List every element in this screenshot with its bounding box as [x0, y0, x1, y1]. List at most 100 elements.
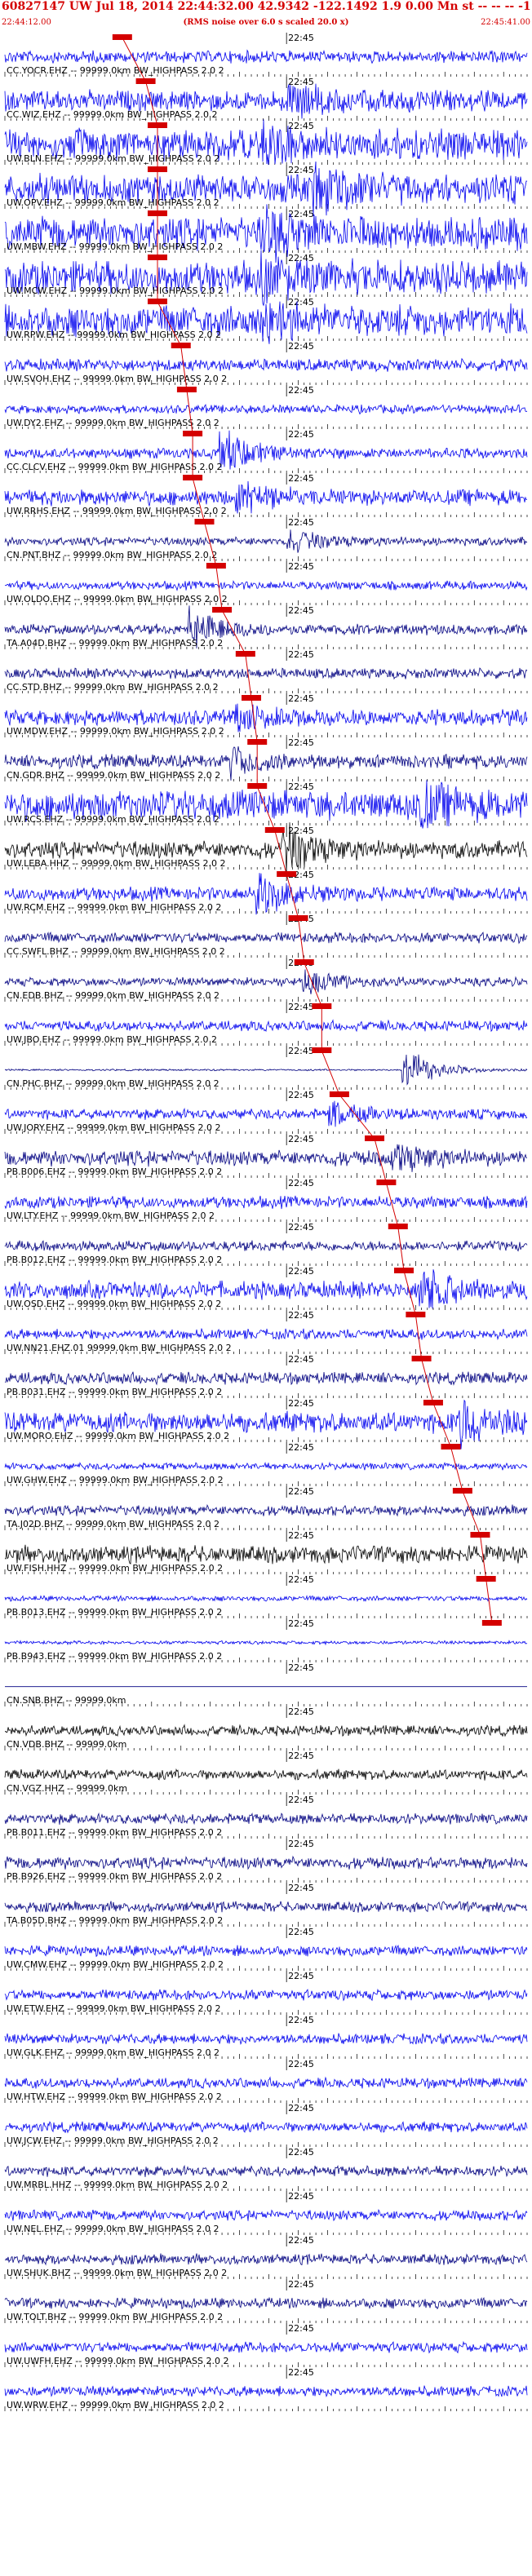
trace-row: 22:45 PB.B012.EHZ -- 99999.0km BW_HIGHPAS…	[4, 1222, 528, 1266]
trace-row: 22:45 UW.GHW.EHZ -- 99999.0km BW_HIGHPASS…	[4, 1442, 528, 1486]
station-label: UW.OPV.EHZ -- 99999.0km BW_HIGHPASS 2.0 …	[7, 197, 219, 208]
tick-label: 22:45	[288, 605, 314, 616]
tick-label: 22:45	[288, 1839, 314, 1849]
waveform-trace	[4, 1328, 528, 1341]
waveform-trace	[4, 2340, 528, 2354]
tick-label: 22:45	[288, 781, 314, 792]
station-label: UW.RCM.EHZ -- 99999.0km BW_HIGHPASS 2.0 …	[7, 902, 221, 913]
tick-label: 22:45	[288, 1266, 314, 1277]
station-label: CN.SNB.BHZ -- 99999.0km	[7, 1695, 126, 1706]
station-label: UW.OSD.EHZ -- 99999.0km BW_HIGHPASS 2.0 …	[7, 1299, 221, 1309]
trace-row: 22:45 UW.MCW.EHZ -- 99999.0km BW_HIGHPASS…	[4, 250, 528, 307]
tick-label: 22:45	[288, 2367, 314, 2378]
waveform-trace	[4, 2253, 528, 2266]
station-label: UW.RRHS.EHZ -- 99999.0km BW_HIGHPASS 2.0…	[7, 506, 227, 516]
trace-row: 22:45 CN.PNT.BHZ -- 99999.0km BW_HIGHPASS…	[4, 517, 528, 561]
trace-row: 22:45 UW.JORY.EHZ -- 99999.0km BW_HIGHPAS…	[4, 1090, 528, 1134]
tick-label: 22:45	[288, 1002, 314, 1012]
tick-label: 22:45	[288, 1530, 314, 1541]
trace-row: 22:45 CC.STD.BHZ -- 99999.0km BW_HIGHPASS…	[4, 649, 528, 693]
station-label: CN.VGZ.HHZ -- 99999.0km	[7, 1783, 127, 1794]
trace-row: 22:45 UW.JCW.EHZ -- 99999.0km BW_HIGHPASS…	[4, 2103, 528, 2147]
trace-row: 22:45 PB.B031.EHZ -- 99999.0km BW_HIGHPAS…	[4, 1354, 528, 1398]
station-label: UW.GHW.EHZ -- 99999.0km BW_HIGHPASS 2.0 …	[7, 1475, 224, 1485]
waveform-trace	[4, 1640, 528, 1646]
tick-label: 22:45	[288, 825, 314, 836]
station-label: UW.ETW.EHZ -- 99999.0km BW_HIGHPASS 2.0 …	[7, 2003, 220, 2014]
trace-row: 22:45 CN.GDR.BHZ -- 99999.0km BW_HIGHPASS…	[4, 737, 528, 781]
station-label: CN.EDB.BHZ -- 99999.0km BW_HIGHPASS 2.0 …	[7, 990, 219, 1001]
trace-row: 22:45 UW.MRBL.HHZ -- 99999.0km BW_HIGHPAS…	[4, 2147, 528, 2191]
station-label: UW.MORO.EHZ -- 99999.0km BW_HIGHPASS 2.0…	[7, 1431, 229, 1441]
station-label: UW.JORY.EHZ -- 99999.0km BW_HIGHPASS 2.0…	[7, 1122, 221, 1133]
tick-label: 22:45	[288, 1398, 314, 1409]
tick-label: 22:45	[288, 297, 314, 308]
tick-label: 22:45	[288, 1178, 314, 1188]
station-label: PB.B011.EHZ -- 99999.0km BW_HIGHPASS 2.0…	[7, 1827, 222, 1838]
trace-row: 22:45 UW.WRW.EHZ -- 99999.0km BW_HIGHPASS…	[4, 2367, 528, 2411]
waveform-trace	[4, 1855, 528, 1870]
trace-row: 22:45 TA.B05D.BHZ -- 99999.0km BW_HIGHPAS…	[4, 1883, 528, 1927]
trace-row: 22:45CN.EDB.BHZ -- 99999.0km BW_HIGHPASS…	[4, 958, 528, 1002]
waveform-trace	[4, 1461, 528, 1471]
tick-label: 22:45	[288, 165, 314, 175]
tick-label: 22:45	[288, 2323, 314, 2334]
tick-label: 22:45	[288, 1618, 314, 1629]
trace-row: 22:45 UW.ETW.EHZ -- 99999.0km BW_HIGHPASS…	[4, 1971, 528, 2015]
trace-row: 22:45 UW.LEBA.HHZ -- 99999.0km BW_HIGHPAS…	[4, 822, 528, 873]
trace-row: 22:45 TA.A04D.BHZ -- 99999.0km BW_HIGHPAS…	[4, 605, 528, 649]
tick-label: 22:45	[288, 1662, 314, 1673]
station-label: UW.BLN.EHZ -- 99999.0km BW_HIGHPASS 2.0 …	[7, 153, 219, 164]
station-label: UW.FISH.HHZ -- 99999.0km BW_HIGHPASS 2.0…	[7, 1563, 223, 1573]
station-label: TA.J02D.BHZ -- 99999.0km BW_HIGHPASS 2.0…	[6, 1519, 219, 1529]
station-label: CC.YOCR.EHZ -- 99999.0km BW_HIGHPASS 2.0…	[7, 65, 224, 76]
waveform-trace	[4, 49, 528, 64]
waveform-trace	[4, 1371, 528, 1386]
tick-label: 22:45	[288, 1795, 314, 1805]
tick-label: 22:45	[288, 473, 314, 484]
tick-label: 22:45	[288, 1046, 314, 1056]
station-label: UW.TOLT.BHZ -- 99999.0km BW_HIGHPASS 2.0…	[7, 2312, 223, 2322]
waveform-trace	[4, 161, 528, 217]
trace-row: 22:45 PB.B943.EHZ -- 99999.0km BW_HIGHPAS…	[4, 1618, 528, 1662]
station-label: PB.B013.EHZ -- 99999.0km BW_HIGHPASS 2.0…	[7, 1607, 222, 1618]
station-label: PB.B012.EHZ -- 99999.0km BW_HIGHPASS 2.0…	[7, 1255, 222, 1265]
station-label: UW.OLDO.EHZ -- 99999.0km BW_HIGHPASS 2.0…	[7, 594, 228, 604]
station-label: UW.HTW.EHZ -- 99999.0km BW_HIGHPASS 2.0 …	[7, 2091, 222, 2102]
trace-row: 22:45 UW.NN21.EHZ.01 99999.0km BW_HIGHPAS…	[4, 1310, 528, 1354]
tick-label: 22:45	[288, 1706, 314, 1717]
waveform-trace	[4, 1812, 528, 1826]
tick-label: 22:45	[288, 1222, 314, 1233]
trace-row: 22:45 CN.SNB.BHZ -- 99999.0km	[4, 1662, 528, 1706]
trace-row: 22:45 UW.RCS.EHZ -- 99999.0km BW_HIGHPASS…	[4, 780, 528, 829]
station-label: UW.RPW.EHZ -- 99999.0km BW_HIGHPASS 2.0 …	[7, 330, 221, 340]
tick-label: 22:45	[288, 1442, 314, 1453]
station-label: UW.LTY.EHZ -- 99999.0km BW_HIGHPASS 2.0 …	[7, 1211, 215, 1221]
station-label: CC.CLCV.EHZ -- 99999.0km BW_HIGHPASS 2.0…	[7, 462, 222, 472]
waveform-trace	[4, 357, 528, 373]
trace-row: 22:45 UW.OSD.EHZ -- 99999.0km BW_HIGHPASS…	[4, 1266, 528, 1310]
waveform-trace	[4, 2076, 528, 2090]
tick-label: 22:45	[288, 2015, 314, 2025]
tick-label: 22:45	[288, 1134, 314, 1144]
station-label: TA.A04D.BHZ -- 99999.0km BW_HIGHPASS 2.0…	[6, 638, 223, 648]
tick-label: 22:45	[288, 2059, 314, 2069]
waveform-trace	[4, 1988, 528, 2002]
station-label: CN.PNT.BHZ -- 99999.0km BW_HIGHPASS 2.0 …	[7, 550, 217, 560]
tick-label: 22:45	[288, 253, 314, 263]
trace-row: 22:45 UW.DY2.EHZ -- 99999.0km BW_HIGHPASS…	[4, 385, 528, 429]
tick-label: 22:45	[288, 1574, 314, 1585]
waveform-trace	[4, 250, 528, 307]
station-label: UW.WRW.EHZ -- 99999.0km BW_HIGHPASS 2.0 …	[7, 2400, 224, 2410]
tick-label: 22:45	[288, 2279, 314, 2290]
tick-label: 22:45	[288, 693, 314, 704]
trace-row: 22:45 CN.VDB.BHZ -- 99999.0km	[4, 1706, 528, 1751]
trace-row: 22:45 CC.CLCV.EHZ -- 99999.0km BW_HIGHPAS…	[4, 429, 528, 473]
trace-row: 22:45 UW.RPW.EHZ -- 99999.0km BW_HIGHPASS…	[4, 297, 528, 344]
station-label: UW.NN21.EHZ.01 99999.0km BW_HIGHPASS 2.0…	[7, 1343, 232, 1353]
tick-label: 22:45	[288, 1310, 314, 1321]
station-label: PB.B006.EHZ -- 99999.0km BW_HIGHPASS 2.0…	[7, 1166, 222, 1177]
waveform-trace	[4, 2385, 528, 2398]
trace-row: 22:45CC.SWFL.BHZ -- 99999.0km BW_HIGHPAS…	[4, 914, 528, 958]
trace-row: 22:45 UW.NEL.EHZ -- 99999.0km BW_HIGHPASS…	[4, 2191, 528, 2235]
